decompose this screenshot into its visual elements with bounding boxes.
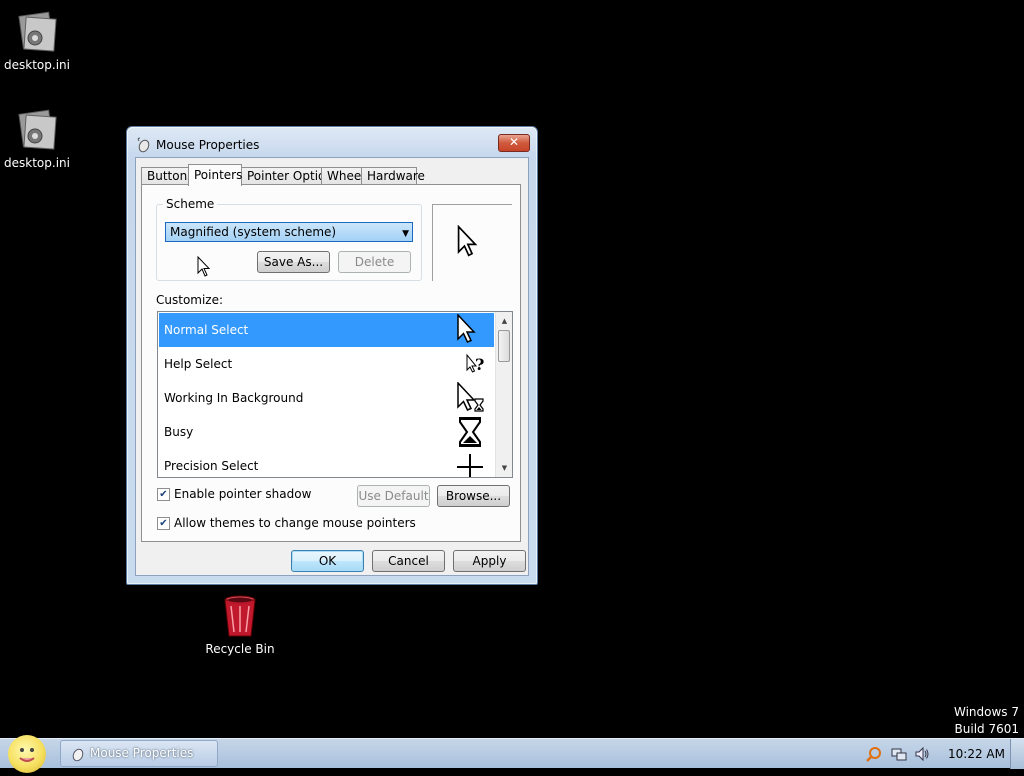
tab-label: Buttons bbox=[147, 169, 194, 183]
mouse-pointer-icon bbox=[197, 256, 211, 277]
show-desktop-button[interactable] bbox=[1010, 739, 1024, 769]
mouse-icon bbox=[135, 137, 151, 153]
close-icon: ✕ bbox=[508, 135, 520, 149]
pointers-tab-panel: Scheme Magnified (system scheme) ▼ Save … bbox=[141, 184, 521, 542]
scroll-up-icon[interactable]: ▲ bbox=[496, 314, 512, 328]
icon-label: Recycle Bin bbox=[205, 642, 275, 656]
tab-label: Wheel bbox=[327, 169, 365, 183]
cursor-name: Busy bbox=[164, 425, 194, 439]
scheme-dropdown[interactable]: Magnified (system scheme) ▼ bbox=[165, 222, 413, 242]
build-number: Build 7601 bbox=[954, 722, 1019, 736]
scroll-thumb[interactable] bbox=[498, 330, 510, 362]
recycle-bin-icon bbox=[216, 592, 264, 640]
delete-button[interactable]: Delete bbox=[338, 251, 411, 273]
search-icon[interactable] bbox=[866, 746, 882, 762]
ok-button[interactable]: OK bbox=[291, 550, 364, 572]
checkbox-label: Allow themes to change mouse pointers bbox=[174, 516, 416, 530]
dialog-client-area: Buttons Pointers Pointer Options Wheel H… bbox=[135, 157, 529, 576]
checkbox-checked-icon[interactable]: ✔ bbox=[157, 487, 170, 501]
taskbar: Mouse Properties 10:22 AM bbox=[0, 735, 1024, 773]
arrow-cursor-icon bbox=[457, 225, 478, 257]
start-orb-icon bbox=[19, 748, 35, 762]
svg-text:?: ? bbox=[475, 355, 484, 374]
scroll-down-icon[interactable]: ▼ bbox=[496, 461, 512, 475]
window-title: Mouse Properties bbox=[156, 138, 260, 152]
desktop-icon-desktop-ini-2[interactable]: desktop.ini bbox=[0, 106, 77, 170]
taskbar-clock[interactable]: 10:22 AM bbox=[948, 747, 1005, 761]
cursor-name: Normal Select bbox=[164, 323, 249, 337]
cursor-name: Precision Select bbox=[164, 459, 259, 473]
scheme-legend: Scheme bbox=[163, 197, 218, 211]
arrow-cursor-icon bbox=[457, 314, 476, 343]
os-name: Windows 7 bbox=[953, 705, 1019, 719]
tab-pointers[interactable]: Pointers bbox=[188, 164, 242, 186]
crosshair-cursor-icon bbox=[457, 454, 483, 477]
start-button[interactable] bbox=[8, 735, 46, 773]
allow-themes-checkbox[interactable]: ✔ Allow themes to change mouse pointers bbox=[157, 516, 416, 530]
chevron-down-icon: ▼ bbox=[402, 229, 409, 239]
working-cursor-icon bbox=[457, 382, 484, 412]
cursor-list[interactable]: Normal Select Help Select ? Working In B… bbox=[157, 311, 513, 478]
title-bar[interactable]: Mouse Properties ✕ bbox=[135, 134, 530, 155]
close-button[interactable]: ✕ bbox=[498, 134, 530, 152]
list-item[interactable]: Busy bbox=[159, 415, 494, 449]
list-scrollbar[interactable]: ▲ ▼ bbox=[495, 312, 512, 477]
cancel-button[interactable]: Cancel bbox=[372, 550, 445, 572]
icon-label: desktop.ini bbox=[4, 156, 70, 170]
tab-label: Pointers bbox=[194, 168, 243, 182]
cursor-name: Help Select bbox=[164, 357, 233, 371]
checkbox-label: Enable pointer shadow bbox=[174, 487, 312, 501]
ini-file-icon bbox=[13, 8, 61, 56]
windows-build-watermark: Windows 7 Build 7601 bbox=[954, 704, 1019, 738]
list-item[interactable]: Working In Background bbox=[159, 381, 494, 415]
save-as-button[interactable]: Save As... bbox=[257, 251, 330, 273]
icon-label: desktop.ini bbox=[4, 58, 70, 72]
desktop-icon-recycle-bin[interactable]: Recycle Bin bbox=[200, 592, 280, 656]
list-item[interactable]: Help Select ? bbox=[159, 347, 494, 381]
network-icon[interactable] bbox=[891, 746, 907, 762]
desktop-icon-desktop-ini-1[interactable]: desktop.ini bbox=[0, 8, 77, 72]
customize-label: Customize: bbox=[156, 293, 224, 307]
ini-file-icon bbox=[13, 106, 61, 154]
checkbox-checked-icon[interactable]: ✔ bbox=[157, 516, 170, 530]
hourglass-cursor-icon bbox=[459, 417, 481, 447]
list-item[interactable]: Normal Select bbox=[159, 313, 494, 347]
volume-icon[interactable] bbox=[914, 746, 930, 762]
use-default-button[interactable]: Use Default bbox=[357, 485, 430, 507]
scheme-selected-value: Magnified (system scheme) bbox=[170, 225, 337, 239]
mouse-icon bbox=[72, 748, 84, 762]
browse-button[interactable]: Browse... bbox=[437, 485, 510, 507]
cursor-preview bbox=[432, 204, 512, 281]
mouse-properties-window: Mouse Properties ✕ Buttons Pointers Poin… bbox=[126, 126, 538, 585]
taskbar-item-mouse-properties[interactable]: Mouse Properties bbox=[60, 740, 218, 767]
taskbar-item-label: Mouse Properties bbox=[90, 746, 194, 760]
cursor-name: Working In Background bbox=[164, 391, 304, 405]
enable-pointer-shadow-checkbox[interactable]: ✔ Enable pointer shadow bbox=[157, 487, 311, 501]
list-item[interactable]: Precision Select bbox=[159, 449, 494, 477]
scheme-group: Scheme Magnified (system scheme) ▼ Save … bbox=[156, 197, 422, 281]
help-cursor-icon: ? bbox=[466, 353, 484, 374]
apply-button[interactable]: Apply bbox=[453, 550, 526, 572]
tab-label: Hardware bbox=[367, 169, 425, 183]
